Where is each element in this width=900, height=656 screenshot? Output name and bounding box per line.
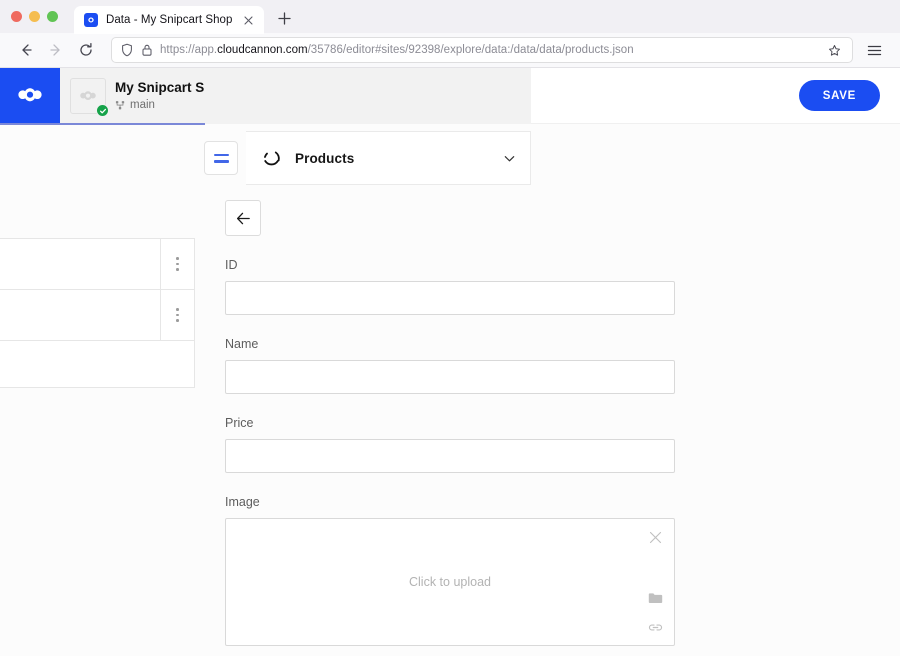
image-upload-dropzone[interactable]: Click to upload xyxy=(225,518,675,646)
shield-icon xyxy=(120,43,134,57)
field-label: Image xyxy=(225,495,260,509)
site-name: My Snipcart S xyxy=(115,80,205,95)
remove-image-close-icon[interactable] xyxy=(645,527,665,547)
data-list-panel: ion and Data Item URL ion and Data Item … xyxy=(0,238,195,388)
list-item[interactable]: ion and Data Item URL xyxy=(0,238,195,289)
cloudcannon-app: My Snipcart S main SAVE Products ID Name… xyxy=(0,68,900,656)
three-dots-vertical-icon[interactable] xyxy=(160,239,194,289)
branch-icon xyxy=(115,100,126,111)
field-id: ID xyxy=(225,258,675,315)
header-accent-underline xyxy=(0,123,205,125)
browser-app-menu-button[interactable] xyxy=(859,36,889,64)
maximize-window-button[interactable] xyxy=(47,11,58,22)
image-url-link-icon[interactable] xyxy=(645,617,665,637)
three-dots-vertical-icon[interactable] xyxy=(160,290,194,340)
cloudcannon-logo-icon[interactable] xyxy=(0,68,60,124)
browser-forward-button[interactable] xyxy=(41,36,71,64)
tab-close-icon[interactable] xyxy=(240,12,256,28)
browser-back-button[interactable] xyxy=(11,36,41,64)
site-selector[interactable]: My Snipcart S main xyxy=(60,68,211,124)
app-header-right: SAVE xyxy=(531,68,900,124)
lock-icon xyxy=(141,43,153,57)
collection-name: Products xyxy=(295,150,355,166)
list-item-label: ion and Data Item URL xyxy=(0,290,160,340)
browser-chrome: Data - My Snipcart Shop https://app.clou… xyxy=(0,0,900,68)
price-input[interactable] xyxy=(225,439,675,473)
url-text: https://app.cloudcannon.com/35786/editor… xyxy=(160,44,634,56)
browser-reload-button[interactable] xyxy=(71,36,101,64)
collection-selector[interactable]: Products xyxy=(246,131,531,185)
menu-toggle-button[interactable] xyxy=(204,141,238,175)
new-tab-button[interactable] xyxy=(270,4,298,32)
site-thumbnail xyxy=(70,78,109,117)
data-collection-icon xyxy=(262,149,281,168)
list-item-label: ion and Data Item URL xyxy=(0,239,160,289)
field-image: Image Click to upload xyxy=(225,495,675,646)
site-status-check-circle-icon xyxy=(96,104,109,117)
field-price: Price xyxy=(225,416,675,473)
url-bar[interactable]: https://app.cloudcannon.com/35786/editor… xyxy=(111,37,853,63)
list-item[interactable]: ion and Data Item URL xyxy=(0,289,195,340)
browser-tab-title: Data - My Snipcart Shop xyxy=(106,14,233,26)
chevron-down-icon[interactable] xyxy=(503,152,516,165)
browser-navigation-bar: https://app.cloudcannon.com/35786/editor… xyxy=(0,33,900,68)
site-branch: main xyxy=(115,98,211,112)
cloudcannon-favicon-icon xyxy=(84,13,98,27)
branch-name: main xyxy=(130,99,155,111)
app-header: My Snipcart S main SAVE xyxy=(0,68,900,124)
close-window-button[interactable] xyxy=(11,11,22,22)
upload-hint-text: Click to upload xyxy=(409,575,491,589)
id-input[interactable] xyxy=(225,281,675,315)
list-item-placeholder[interactable] xyxy=(0,340,195,388)
field-label: Name xyxy=(225,337,259,351)
name-input[interactable] xyxy=(225,360,675,394)
save-button[interactable]: SAVE xyxy=(798,80,880,111)
minimize-window-button[interactable] xyxy=(29,11,40,22)
workspace: ion and Data Item URL ion and Data Item … xyxy=(0,124,900,656)
field-name: Name xyxy=(225,337,675,394)
data-item-editor: ID Name Price Image Click to upload xyxy=(225,124,675,656)
back-button[interactable] xyxy=(225,200,261,236)
bookmark-star-icon[interactable] xyxy=(822,39,846,61)
field-label: ID xyxy=(225,258,238,272)
browser-tab[interactable]: Data - My Snipcart Shop xyxy=(74,6,265,34)
window-traffic-lights xyxy=(11,0,74,33)
browse-folder-icon[interactable] xyxy=(645,588,665,608)
tab-strip: Data - My Snipcart Shop xyxy=(0,0,900,34)
field-label: Price xyxy=(225,416,254,430)
